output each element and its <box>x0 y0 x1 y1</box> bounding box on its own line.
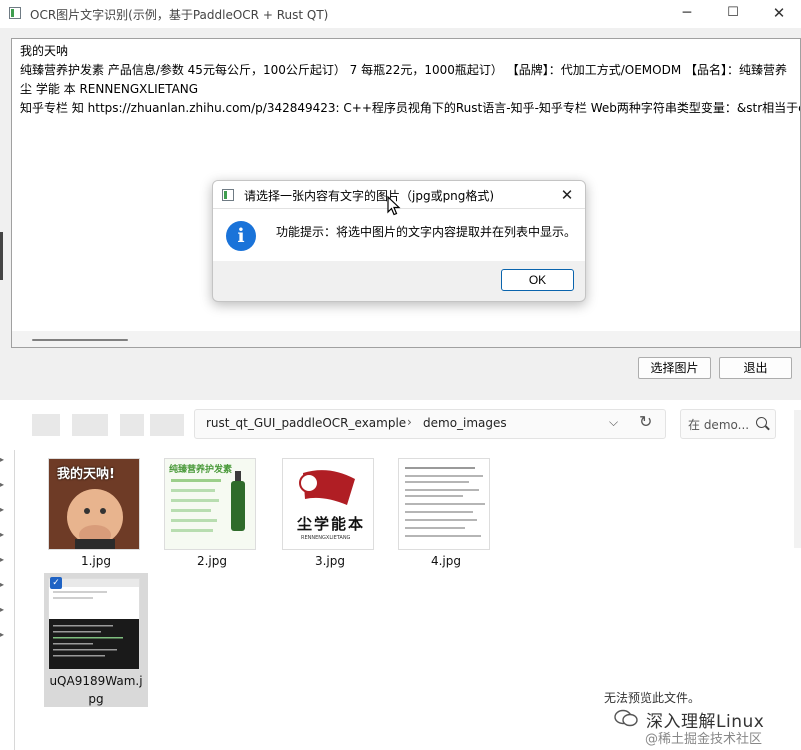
file-name-line: pg <box>88 692 104 706</box>
file-name: 4.jpg <box>430 554 462 568</box>
blurred-nav-button <box>32 414 60 436</box>
file-item[interactable]: 尘学能本 RENNENGXLIETANG 3.jpg <box>278 453 382 571</box>
nav-expand-icon[interactable]: ▸ <box>0 605 4 614</box>
maximize-button[interactable]: ☐ <box>710 0 756 28</box>
ocr-line: 纯臻营养护发素 产品信息/参数 45元每公斤，100公斤起订） 7 每瓶22元，… <box>20 63 788 77</box>
file-thumbnail: 尘学能本 RENNENGXLIETANG <box>282 458 374 550</box>
checkbox-checked-icon[interactable]: ✓ <box>50 577 62 589</box>
scrollbar-thumb[interactable] <box>32 339 128 341</box>
breadcrumb-folder[interactable]: rust_qt_GUI_paddleOCR_example <box>206 416 406 430</box>
mouse-cursor-icon <box>387 196 401 216</box>
file-item[interactable]: 纯臻营养护发素 2.jpg <box>160 453 264 571</box>
screenshot-thumbnail-icon <box>49 579 139 669</box>
refresh-icon[interactable]: ↻ <box>639 412 652 431</box>
file-item[interactable]: 4.jpg <box>394 453 498 571</box>
window-edge-strip <box>0 232 3 280</box>
ocr-line: 我的天呐 <box>20 44 69 58</box>
file-name: uQA9189Wam.j pg <box>44 672 148 708</box>
preview-unavailable-text: 无法预览此文件。 <box>604 691 701 705</box>
document-thumbnail-icon <box>399 459 489 549</box>
file-item-selected[interactable]: ✓ uQA9189Wam.j pg <box>44 573 148 707</box>
address-bar[interactable]: rust_qt_GUI_paddleOCR_example › demo_ima… <box>194 409 666 439</box>
blurred-nav-button <box>72 414 108 436</box>
file-explorer: rust_qt_GUI_paddleOCR_example › demo_ima… <box>0 400 801 750</box>
select-image-button[interactable]: 选择图片 <box>638 357 711 379</box>
nav-expand-icon[interactable]: ▸ <box>0 630 4 639</box>
search-input[interactable]: 在 demo... <box>680 409 776 439</box>
thumbnail-caption: 纯臻营养护发素 <box>169 465 233 475</box>
breadcrumb-folder[interactable]: demo_images <box>423 416 507 430</box>
right-edge-strip <box>794 410 801 548</box>
file-name-line: uQA9189Wam.j <box>49 674 143 688</box>
thumbnail-caption: 尘学能本 <box>297 515 366 533</box>
watermark-site: @稀土掘金技术社区 <box>645 732 763 747</box>
title-bar: OCR图片文字识别(示例，基于PaddleOCR + Rust QT) ─ ☐ … <box>0 0 801 28</box>
nav-expand-icon[interactable]: ▸ <box>0 580 4 589</box>
breadcrumb-separator-icon: › <box>407 415 412 429</box>
dialog-close-button[interactable]: ✕ <box>555 184 579 206</box>
dialog-body: i 功能提示：将选中图片的文字内容提取并在列表中显示。 <box>213 209 585 261</box>
dialog-title: 请选择一张内容有文字的图片（jpg或png格式) <box>244 189 495 203</box>
ocr-line: 尘 学能 本 RENNENGXLIETANG <box>20 82 199 96</box>
nav-expand-icon[interactable]: ▸ <box>0 480 4 489</box>
nav-expand-icon[interactable]: ▸ <box>0 505 4 514</box>
search-icon[interactable] <box>756 417 767 428</box>
nav-expand-icon[interactable]: ▸ <box>0 555 4 564</box>
blurred-nav-button <box>150 414 184 436</box>
file-thumbnail <box>398 458 490 550</box>
file-thumbnail <box>48 578 140 670</box>
file-thumbnail: 我的天呐! <box>48 458 140 550</box>
nav-expand-icon[interactable]: ▸ <box>0 455 4 464</box>
close-button[interactable]: ✕ <box>756 0 801 28</box>
file-item[interactable]: 我的天呐! 1.jpg <box>44 453 148 571</box>
wechat-logo-icon <box>614 709 638 727</box>
file-name: 2.jpg <box>196 554 228 568</box>
thumbnail-subcaption: RENNENGXLIETANG <box>301 535 351 541</box>
nav-pane-divider <box>14 450 15 750</box>
exit-button[interactable]: 退出 <box>719 357 792 379</box>
file-thumbnail: 纯臻营养护发素 <box>164 458 256 550</box>
ocr-line: 知乎专栏 知 https://zhuanlan.zhihu.com/p/3428… <box>20 101 801 115</box>
search-placeholder: 在 demo... <box>688 418 750 432</box>
info-icon: i <box>226 221 256 251</box>
app-icon <box>9 7 21 19</box>
dialog-message: 功能提示：将选中图片的文字内容提取并在列表中显示。 <box>276 225 577 239</box>
chevron-down-icon[interactable]: ⌵ <box>609 415 618 430</box>
dialog-app-icon <box>222 189 234 201</box>
nav-expand-icon[interactable]: ▸ <box>0 530 4 539</box>
window-title: OCR图片文字识别(示例，基于PaddleOCR + Rust QT) <box>30 8 329 22</box>
horizontal-scrollbar[interactable] <box>12 331 800 347</box>
thumbnail-caption: 我的天呐! <box>57 467 115 482</box>
file-name: 1.jpg <box>80 554 112 568</box>
minimize-button[interactable]: ─ <box>664 0 710 28</box>
dialog-ok-button[interactable]: OK <box>501 269 574 291</box>
file-name: 3.jpg <box>314 554 346 568</box>
blurred-nav-button <box>120 414 144 436</box>
